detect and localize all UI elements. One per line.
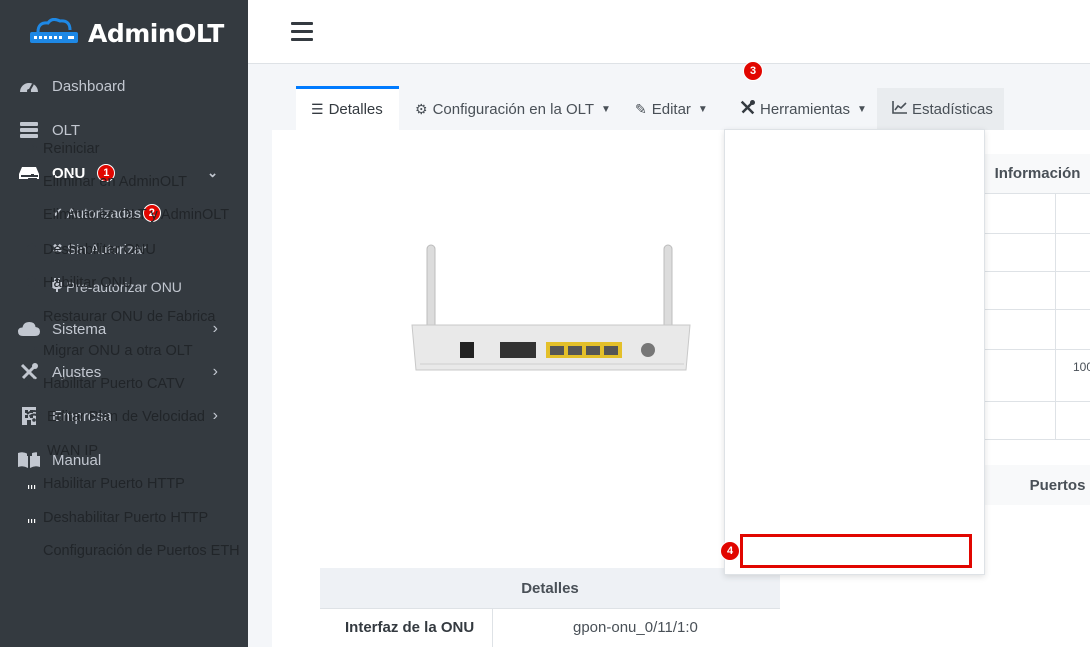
ports-header: Puertos — [985, 465, 1090, 505]
menu-item-label: Habilitar Puerto HTTP — [43, 476, 185, 492]
ethernet-icon — [24, 510, 40, 526]
tab-label: Herramientas — [760, 100, 851, 118]
olt-logo-icon — [30, 18, 78, 43]
sidebar-item-label: OLT — [52, 121, 81, 139]
menu-item-label: Migrar ONU a otra OLT — [43, 342, 193, 359]
menu-item-habilitar-catv[interactable]: ⏻ Habilitar Puerto CATV — [24, 375, 185, 392]
menu-item-label: Reiniciar — [43, 140, 100, 157]
tab-label: Configuración en la OLT — [432, 100, 595, 118]
details-label: Interfaz de la ONU — [345, 619, 475, 636]
info-value: 100 — [1073, 360, 1090, 374]
chevron-down-icon: ⌄ — [207, 165, 218, 180]
power-icon: ⏻ — [26, 241, 38, 257]
list-icon: ☰ — [311, 101, 324, 117]
chart-line-icon — [892, 101, 907, 117]
caret-down-icon: ▼ — [857, 103, 867, 115]
menu-item-wan-ip[interactable]: WAN IP — [24, 442, 98, 459]
menu-item-label: Eliminar en AdminOLT — [43, 174, 187, 190]
step-badge-3: 3 — [743, 61, 763, 81]
ethernet-icon — [24, 476, 40, 492]
menu-item-label: WAN IP — [47, 442, 99, 459]
menu-item-config-puertos-eth[interactable]: Configuración de Puertos ETH — [24, 543, 240, 559]
redo-icon: ↻ — [26, 308, 38, 324]
menu-item-habilitar-http[interactable]: Habilitar Puerto HTTP — [24, 476, 185, 492]
menu-item-label: Habilitar ONU — [43, 274, 133, 291]
menu-item-label: Restaurar ONU de Fabrica — [43, 308, 216, 325]
info-row — [985, 310, 1090, 350]
tab-label: Detalles — [328, 101, 383, 118]
topbar — [248, 0, 1090, 64]
menu-item-deshabilitar-onu[interactable]: ⏻ Deshabilitar ONU — [24, 241, 156, 258]
highlight-box — [740, 534, 972, 568]
info-header: Información — [985, 154, 1090, 194]
info-row — [985, 402, 1090, 440]
tools-icon — [740, 100, 755, 118]
cog-icon: ⚙ — [415, 100, 428, 117]
menu-item-label: Eliminar en OLT y AdminOLT — [43, 207, 230, 223]
wifi-icon — [24, 409, 44, 425]
grid-icon — [24, 543, 40, 559]
details-value: gpon-onu_0/11/1:0 — [573, 619, 698, 636]
info-row — [985, 350, 1090, 402]
dashboard-icon — [18, 77, 40, 95]
menu-item-label: Deshabilitar Puerto HTTP — [43, 510, 209, 526]
trash-icon — [24, 207, 40, 223]
tab-configuracion-olt[interactable]: ⚙ Configuración en la OLT ▼ — [400, 88, 626, 130]
tab-herramientas[interactable]: Herramientas ▼ — [725, 88, 882, 130]
onu-device-image — [400, 240, 700, 385]
sync-icon: ⟳ — [26, 140, 38, 156]
sidebar-item-dashboard[interactable]: Dashboard — [0, 76, 248, 96]
trash-icon — [24, 174, 40, 190]
menu-item-eliminar-adminolt[interactable]: Eliminar en AdminOLT — [24, 174, 187, 190]
info-row — [985, 234, 1090, 272]
herramientas-dropdown — [724, 129, 985, 575]
info-row — [985, 272, 1090, 310]
server-icon — [18, 121, 40, 139]
chevron-right-icon: › — [212, 363, 218, 380]
tab-estadisticas[interactable]: Estadísticas — [877, 88, 1004, 130]
menu-toggle-icon[interactable] — [291, 22, 313, 46]
step-badge-4: 4 — [720, 541, 740, 561]
menu-item-restaurar-fabrica[interactable]: ↻ Restaurar ONU de Fabrica — [24, 308, 215, 325]
power-icon: ⏻ — [26, 375, 38, 391]
menu-item-label: Deshabilitar ONU — [43, 241, 156, 258]
menu-item-eliminar-olt-adminolt[interactable]: Eliminar en OLT y AdminOLT — [24, 207, 229, 223]
caret-down-icon: ▼ — [601, 103, 611, 115]
menu-item-reiniciar[interactable]: ⟳ Reiniciar — [24, 140, 99, 157]
tab-detalles[interactable]: ☰ Detalles — [296, 86, 399, 130]
brand-name: AdminOLT — [88, 18, 224, 48]
chevron-right-icon: › — [212, 407, 218, 424]
menu-item-label: Habilitar Puerto CATV — [43, 375, 185, 392]
exchange-icon: ⇄ — [26, 342, 38, 358]
sidebar-item-label: Dashboard — [52, 77, 126, 95]
tab-label: Editar — [651, 100, 691, 118]
menu-item-editar-plan-velocidad[interactable]: Editar Plan de Velocidad — [24, 409, 205, 425]
menu-item-label: Editar Plan de Velocidad — [47, 409, 205, 425]
info-row — [985, 194, 1090, 234]
sidebar-item-olt[interactable]: OLT — [0, 120, 248, 140]
network-icon — [24, 442, 44, 459]
power-icon: ⏻ — [26, 274, 38, 290]
tab-editar[interactable]: ✎ Editar ▼ — [620, 88, 723, 130]
tab-label: Estadísticas — [912, 100, 993, 118]
menu-item-habilitar-onu[interactable]: ⏻ Habilitar ONU — [24, 274, 132, 291]
menu-item-deshabilitar-http[interactable]: Deshabilitar Puerto HTTP — [24, 510, 208, 526]
details-row: Interfaz de la ONU gpon-onu_0/11/1:0 — [320, 608, 780, 647]
menu-item-label: Configuración de Puertos ETH — [43, 543, 240, 559]
details-header: Detalles — [320, 568, 780, 608]
edit-icon: ✎ — [635, 100, 647, 117]
menu-item-migrar-onu[interactable]: ⇄ Migrar ONU a otra OLT — [24, 342, 193, 359]
caret-down-icon: ▼ — [697, 103, 708, 115]
brand[interactable]: AdminOLT — [0, 0, 248, 66]
